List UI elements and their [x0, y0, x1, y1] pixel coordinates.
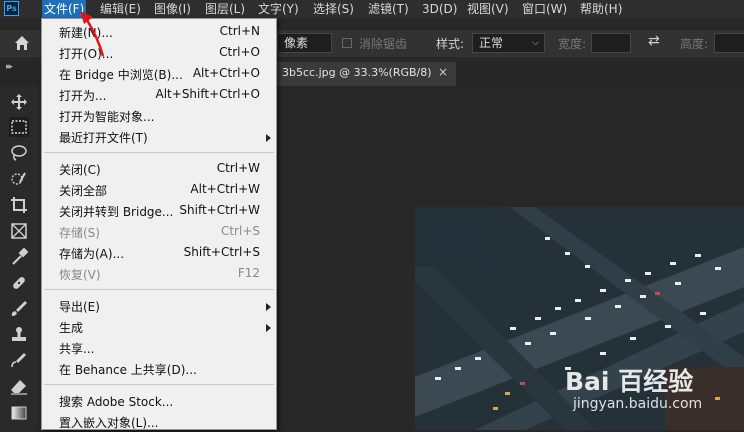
file-menu-item-shortcut: Ctrl+W — [216, 161, 260, 175]
home-icon[interactable] — [14, 35, 30, 51]
menu-type[interactable]: 文字(Y) — [258, 0, 299, 18]
file-menu-item[interactable]: 生成 — [42, 316, 276, 337]
marquee-tool-icon[interactable] — [9, 117, 29, 137]
file-menu-item-shortcut: Ctrl+N — [219, 24, 260, 38]
antialias-checkbox[interactable] — [342, 38, 352, 48]
file-menu-item-shortcut: Ctrl+O — [219, 45, 260, 59]
style-label: 样式: — [436, 37, 465, 51]
file-menu-item[interactable]: 最近打开文件(T) — [42, 126, 276, 147]
file-menu-item-shortcut: Alt+Ctrl+O — [192, 66, 260, 80]
file-menu-item-label: 在 Behance 上共享(D)... — [59, 363, 197, 377]
file-menu-item-label: 共享... — [59, 342, 95, 356]
file-menu-item[interactable]: 打开为智能对象... — [42, 105, 276, 126]
file-menu-item-shortcut: Shift+Ctrl+S — [183, 245, 260, 259]
file-menu-item-label: 置入嵌入对象(L)... — [59, 416, 159, 430]
file-menu-item[interactable]: 共享... — [42, 337, 276, 358]
menu-window[interactable]: 窗口(W) — [522, 0, 567, 18]
file-menu-item-label: 关闭并转到 Bridge... — [59, 205, 174, 219]
file-menu-item-label: 生成 — [59, 321, 84, 335]
tools-panel — [0, 86, 38, 430]
file-menu-item: 存储(S) Ctrl+S — [42, 221, 276, 242]
file-menu-item-label: 关闭(C) — [59, 163, 101, 177]
file-menu-item-label: 打开为智能对象... — [59, 110, 155, 124]
file-menu-item[interactable]: 打开为... Alt+Shift+Ctrl+O — [42, 84, 276, 105]
menu-image[interactable]: 图像(I) — [154, 0, 191, 18]
file-menu-item[interactable]: 关闭并转到 Bridge... Shift+Ctrl+W — [42, 200, 276, 221]
height-input[interactable] — [714, 33, 744, 53]
menu-help[interactable]: 帮助(H) — [580, 0, 622, 18]
lasso-tool-icon[interactable] — [9, 143, 29, 163]
file-menu-item-shortcut: Alt+Ctrl+W — [190, 182, 260, 196]
file-menu-item[interactable]: 在 Bridge 中浏览(B)... Alt+Ctrl+O — [42, 63, 276, 84]
height-label: 高度: — [680, 37, 709, 51]
move-tool-icon[interactable] — [9, 92, 29, 112]
menu-3d[interactable]: 3D(D) — [422, 0, 457, 18]
file-menu-item: 恢复(V) F12 — [42, 263, 276, 284]
file-menu-item[interactable]: 关闭全部 Alt+Ctrl+W — [42, 179, 276, 200]
file-menu-item-label: 打开(O)... — [59, 47, 114, 61]
file-menu-dropdown: 新建(N)... Ctrl+N 打开(O)... Ctrl+O 在 Bridge 中浏览… — [41, 18, 277, 430]
style-value: 正常 — [479, 36, 504, 50]
file-menu-item-shortcut: Shift+Ctrl+W — [179, 203, 260, 217]
chevron-down-icon: ⌵ — [532, 38, 539, 48]
width-input[interactable] — [591, 33, 631, 53]
file-menu-item-label: 在 Bridge 中浏览(B)... — [59, 68, 183, 82]
eyedropper-tool-icon[interactable] — [9, 247, 29, 267]
menu-select[interactable]: 选择(S) — [313, 0, 354, 18]
submenu-arrow-icon — [266, 324, 271, 332]
eraser-tool-icon[interactable] — [9, 377, 29, 397]
file-menu-item[interactable]: 新建(N)... Ctrl+N — [42, 21, 276, 42]
submenu-arrow-icon — [266, 303, 271, 311]
file-menu-item-shortcut: Ctrl+S — [220, 224, 260, 238]
file-menu-item[interactable]: 在 Behance 上共享(D)... — [42, 358, 276, 379]
file-menu-item-label: 存储为(A)... — [59, 247, 125, 261]
frame-tool-icon[interactable] — [9, 221, 29, 241]
file-menu-item-label: 关闭全部 — [59, 184, 108, 198]
clone-stamp-tool-icon[interactable] — [9, 325, 29, 345]
file-menu-item-label: 打开为... — [59, 89, 107, 103]
menu-separator — [44, 289, 274, 290]
document-tab-title: 3b5cc.jpg @ 33.3%(RGB/8) — [282, 66, 432, 79]
menu-filter[interactable]: 滤镜(T) — [368, 0, 409, 18]
file-menu-item[interactable]: 置入嵌入对象(L)... — [42, 411, 276, 432]
baidu-watermark-url: jingyan.baidu.com — [573, 396, 703, 412]
file-menu-item[interactable]: 存储为(A)... Shift+Ctrl+S — [42, 242, 276, 263]
menu-separator — [44, 152, 274, 153]
style-select[interactable]: 正常 ⌵ — [472, 33, 545, 53]
baidu-watermark-logo: Bai 百经验 — [565, 367, 694, 396]
history-brush-tool-icon[interactable] — [9, 351, 29, 371]
feather-input[interactable]: 像素 — [277, 33, 332, 53]
width-label: 宽度: — [558, 37, 587, 51]
menu-bar: Ps 文件(F) 编辑(E) 图像(I) 图层(L) 文字(Y) 选择(S) 滤… — [0, 0, 744, 18]
antialias-label: 消除锯齿 — [359, 37, 408, 51]
file-menu-item-shortcut: Alt+Shift+Ctrl+O — [155, 87, 260, 101]
file-menu-item[interactable]: 搜索 Adobe Stock... — [42, 390, 276, 411]
submenu-arrow-icon — [266, 134, 271, 142]
menu-layer[interactable]: 图层(L) — [205, 0, 245, 18]
quick-selection-tool-icon[interactable] — [9, 169, 29, 189]
gradient-tool-icon[interactable] — [9, 403, 29, 423]
close-icon[interactable]: × — [438, 65, 448, 79]
brush-tool-icon[interactable] — [9, 299, 29, 319]
menu-edit[interactable]: 编辑(E) — [100, 0, 141, 18]
file-menu-item-label: 导出(E) — [59, 300, 100, 314]
file-menu-item[interactable]: 导出(E) — [42, 295, 276, 316]
file-menu-item[interactable]: 关闭(C) Ctrl+W — [42, 158, 276, 179]
document-tab[interactable]: 3b5cc.jpg @ 33.3%(RGB/8) × — [276, 62, 456, 86]
menu-file[interactable]: 文件(F) — [42, 0, 87, 18]
healing-brush-tool-icon[interactable] — [9, 273, 29, 293]
file-menu-item-label: 恢复(V) — [59, 268, 101, 282]
file-menu-item-label: 搜索 Adobe Stock... — [59, 395, 174, 409]
photoshop-logo: Ps — [4, 1, 19, 16]
crop-tool-icon[interactable] — [9, 195, 29, 215]
menu-view[interactable]: 视图(V) — [467, 0, 509, 18]
file-menu-item-label: 存储(S) — [59, 226, 100, 240]
menu-separator — [44, 384, 274, 385]
swap-icon[interactable]: ⇄ — [648, 33, 660, 49]
file-menu-item-label: 新建(N)... — [59, 26, 113, 40]
file-menu-item[interactable]: 打开(O)... Ctrl+O — [42, 42, 276, 63]
collapse-icon[interactable]: ▸▸ — [6, 62, 13, 72]
file-menu-item-shortcut: F12 — [237, 266, 260, 280]
file-menu-item-label: 最近打开文件(T) — [59, 131, 148, 145]
